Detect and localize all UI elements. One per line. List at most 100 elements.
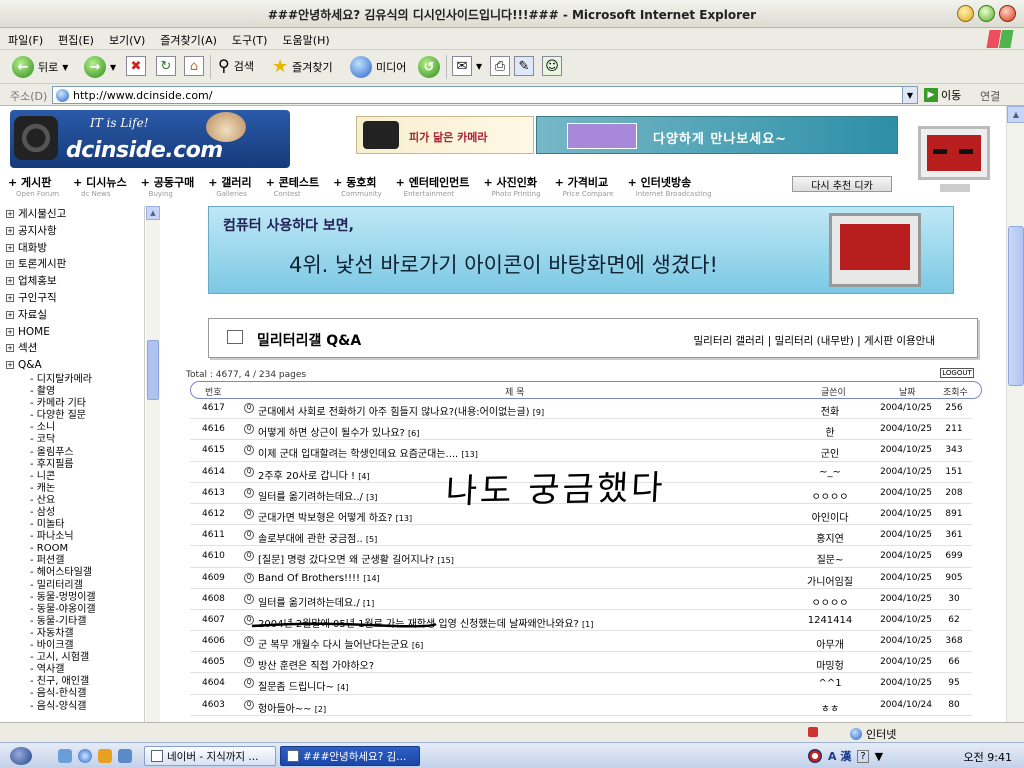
quicklaunch-icon[interactable] (118, 749, 132, 763)
ime-indicator[interactable]: A 漢 (828, 748, 851, 764)
back-button[interactable]: ← 뒤로 ▼ (12, 56, 68, 78)
messenger-icon[interactable]: ☺ (542, 56, 562, 76)
table-row[interactable]: 4603 Q 헝아들아~~ [2] ㅎㅎ 2004/10/24 80 (190, 695, 972, 716)
post-subject[interactable]: 솔로부대에 관한 궁금점.. [5] (258, 530, 818, 545)
sidebar-subitem[interactable]: - 산요 (0, 495, 144, 507)
sidebar-subitem[interactable]: - 미놀타 (0, 519, 144, 531)
sidebar-subitem[interactable]: - 밀리터리갤 (0, 580, 144, 592)
expand-icon[interactable]: + (6, 243, 14, 252)
sidebar-item[interactable]: + 공지사항 (0, 223, 144, 240)
post-subject[interactable]: 군대에서 사회로 전화하기 아주 힘들지 않나요?(내용:어이없는글) [9] (258, 403, 818, 418)
address-input[interactable]: http://www.dcinside.com/ (52, 86, 918, 104)
sidebar-scroll-thumb[interactable] (147, 340, 159, 400)
sidebar-item[interactable]: + 구인구직 (0, 290, 144, 307)
sidebar-item[interactable]: + 토론게시판 (0, 256, 144, 273)
table-row[interactable]: 4605 Q 방산 훈련은 직접 가야하오? 마밍헝 2004/10/25 66 (190, 652, 972, 674)
post-writer[interactable]: 가니어임질 (786, 573, 874, 588)
expand-icon[interactable]: + (6, 226, 14, 235)
sidebar-subitem[interactable]: - 헤어스타일갤 (0, 567, 144, 579)
sidebar-subitem[interactable]: - 동물-멍멍이갤 (0, 592, 144, 604)
favorites-button[interactable]: ★ 즐겨찾기 (272, 56, 333, 77)
ie-icon[interactable] (78, 749, 92, 763)
post-subject[interactable]: 이제 군대 입대할려는 학생인데요 요즘군대는.... [13] (258, 445, 818, 460)
post-subject[interactable]: 질문좀 드립니다~ [4] (258, 678, 818, 693)
expand-icon[interactable]: + (6, 310, 14, 319)
post-writer[interactable]: ㅇㅇㅇㅇ (786, 488, 874, 503)
sidebar-subitem[interactable]: - 카메라 기타 (0, 398, 144, 410)
sidebar-subitem[interactable]: - 고시, 시험갤 (0, 652, 144, 664)
expand-icon[interactable]: + (6, 344, 14, 353)
close-button[interactable] (999, 5, 1016, 22)
sidebar-subitem[interactable]: - 올림푸스 (0, 447, 144, 459)
korean-flag-icon[interactable] (808, 749, 822, 763)
nav-contest[interactable]: + 콘테스트 Contest (266, 174, 320, 198)
sidebar-subitem[interactable]: - 니콘 (0, 471, 144, 483)
post-writer[interactable]: 홍지연 (786, 530, 874, 545)
sidebar-subitem[interactable]: - 코닥 (0, 434, 144, 446)
nav-photo-printing[interactable]: + 사진인화 Photo Printing (483, 174, 540, 198)
post-subject[interactable]: 군 복무 개월수 다시 늘어난다는군요 [6] (258, 636, 818, 651)
sidebar-scrollbar[interactable]: ▲ (146, 206, 160, 742)
post-writer[interactable]: ~_~ (786, 467, 874, 478)
nav-gallery[interactable]: + 갤러리 Galleries (208, 174, 251, 198)
home-icon[interactable]: ⌂ (184, 56, 204, 76)
edit-icon[interactable]: ✎ (514, 56, 534, 76)
taskbar-window-naver[interactable]: 네이버 - 지식까지 ... (144, 746, 276, 766)
post-writer[interactable]: 전화 (786, 403, 874, 418)
post-writer[interactable]: 마밍헝 (786, 657, 874, 672)
media-button[interactable]: 미디어 (350, 56, 406, 78)
mail-icon[interactable]: ✉ (452, 56, 472, 76)
sidebar-item[interactable]: + 업체홍보 (0, 273, 144, 290)
dcinside-logo[interactable]: IT is Life! dcinside.com (10, 110, 290, 168)
post-writer[interactable]: ㅎㅎ (786, 700, 874, 715)
table-row[interactable]: 4604 Q 질문좀 드립니다~ [4] ^^1 2004/10/25 95 (190, 673, 972, 695)
links-button[interactable]: 연결 (980, 88, 1000, 104)
sidebar-subitem[interactable]: - 다양한 질문 (0, 410, 144, 422)
sidebar-subitem[interactable]: - 촬영 (0, 386, 144, 398)
search-button[interactable]: ⚲ 검색 (218, 56, 254, 75)
sidebar-item[interactable]: + Q&A (0, 357, 144, 374)
ad-banner[interactable]: 컴퓨터 사용하다 보면, 4위. 낯선 바로가기 아이콘이 바탕화면에 생겼다! (208, 206, 954, 294)
nav-entertainment[interactable]: + 엔터테인먼트 Entertainment (396, 174, 470, 198)
table-row[interactable]: 4611 Q 솔로부대에 관한 궁금점.. [5] 홍지연 2004/10/25 361 (190, 525, 972, 547)
post-subject[interactable]: Band Of Brothers!!!! [14] (258, 573, 818, 584)
sidebar-item[interactable]: + 대화방 (0, 240, 144, 257)
nav-buying[interactable]: + 공동구매 Buying (141, 174, 195, 198)
menu-help[interactable]: 도움말(H) (282, 32, 329, 48)
table-row[interactable]: 4608 Q 일터를 옮기려하는데요./ [1] ㅇㅇㅇㅇ 2004/10/25 30 (190, 589, 972, 610)
nav-board[interactable]: + 게시판 Open Forum (8, 174, 59, 198)
sidebar-subitem[interactable]: - 바이크갤 (0, 640, 144, 652)
post-subject[interactable]: 헝아들아~~ [2] (258, 700, 818, 715)
taskbar-window-dcinside[interactable]: ###안녕하세요? 김... (280, 746, 420, 766)
sidebar-subitem[interactable]: - 후지필름 (0, 459, 144, 471)
menu-file[interactable]: 파일(F) (8, 32, 43, 48)
scroll-up-icon[interactable]: ▲ (1007, 106, 1024, 123)
post-subject[interactable]: 일터를 옮기려하는데요./ [1] (258, 594, 818, 609)
history-icon[interactable]: ↺ (418, 56, 440, 78)
post-writer[interactable]: 아무개 (786, 636, 874, 651)
post-subject[interactable]: [질문] 명령 갔다오면 왜 군생활 길어지나? [15] (258, 551, 818, 566)
table-row[interactable]: 4610 Q [질문] 명령 갔다오면 왜 군생활 길어지나? [15] 질문~ 200… (190, 546, 972, 568)
minimize-button[interactable] (957, 5, 974, 22)
sidebar-subitem[interactable]: - 친구, 애인갤 (0, 676, 144, 688)
expand-icon[interactable]: + (6, 327, 14, 336)
logout-button[interactable]: LOGOUT (940, 368, 974, 378)
table-row[interactable]: 4617 Q 군대에서 사회로 전화하기 아주 힘들지 않나요?(내용:어이없는글)… (190, 398, 972, 420)
title-bar[interactable]: ###안녕하세요? 김유식의 디시인사이드입니다!!!### - Microso… (0, 0, 1024, 28)
help-icon[interactable]: ? (857, 749, 869, 763)
sidebar-subitem[interactable]: - 음식-한식갤 (0, 688, 144, 700)
sidebar-subitem[interactable]: - 동물-기타갤 (0, 616, 144, 628)
sidebar-subitem[interactable]: - 음식-양식갤 (0, 701, 144, 713)
sidebar-subitem[interactable]: - 역사갤 (0, 664, 144, 676)
expand-icon[interactable]: + (6, 293, 14, 302)
expand-icon[interactable]: + (6, 260, 14, 269)
nav-community[interactable]: + 동호회 Community (333, 174, 382, 198)
forward-button[interactable]: → ▼ (84, 56, 116, 78)
sidebar-subitem[interactable]: - 캐논 (0, 483, 144, 495)
nav-news[interactable]: + 디시뉴스 dc News (73, 174, 127, 198)
post-writer[interactable]: ㅇㅇㅇㅇ (786, 594, 874, 609)
expand-icon[interactable]: + (6, 361, 14, 370)
refresh-icon[interactable]: ↻ (156, 56, 176, 76)
table-row[interactable]: 4615 Q 이제 군대 입대할려는 학생인데요 요즘군대는.... [13] 군인 2… (190, 440, 972, 462)
recommend-again-button[interactable]: 다시 추천 디카 (792, 176, 892, 192)
